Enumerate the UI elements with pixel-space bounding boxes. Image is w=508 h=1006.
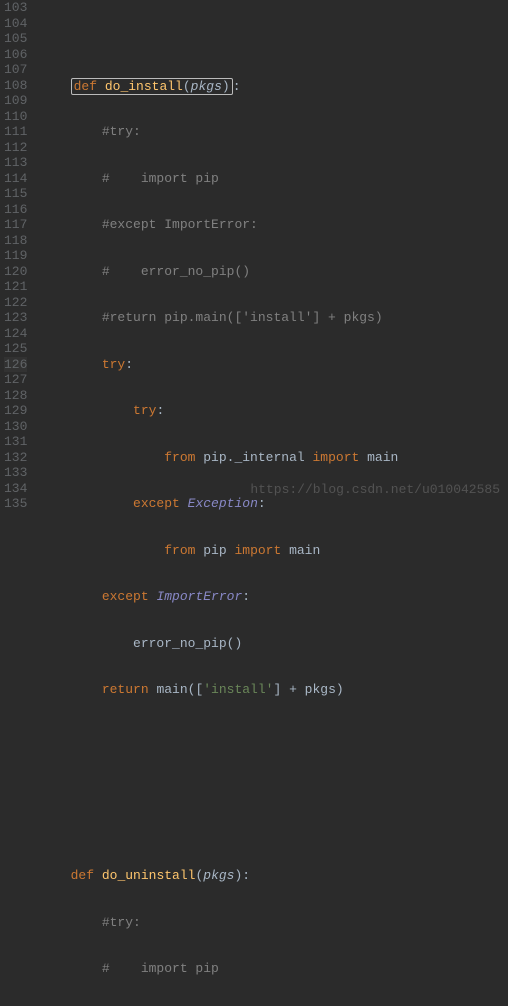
line-number: 125 (4, 341, 27, 357)
code-line: except Exception: (39, 496, 508, 512)
line-number: 104 (4, 16, 27, 32)
line-number: 127 (4, 372, 27, 388)
code-line (39, 775, 508, 791)
line-number: 128 (4, 388, 27, 404)
line-number: 111 (4, 124, 27, 140)
line-number: 113 (4, 155, 27, 171)
code-line: def do_uninstall(pkgs): (39, 868, 508, 884)
line-number: 105 (4, 31, 27, 47)
line-number: 115 (4, 186, 27, 202)
line-number: 120 (4, 264, 27, 280)
line-number: 106 (4, 47, 27, 63)
code-line: def do_install(pkgs): (39, 78, 508, 94)
line-number: 109 (4, 93, 27, 109)
code-line: # error_no_pip() (39, 264, 508, 280)
code-line: #except ImportError: (39, 217, 508, 233)
line-number: 119 (4, 248, 27, 264)
line-number-gutter: 1031041051061071081091101111121131141151… (0, 0, 39, 1006)
line-number: 103 (4, 0, 27, 16)
line-number: 116 (4, 202, 27, 218)
code-line: try: (39, 357, 508, 373)
line-number: 107 (4, 62, 27, 78)
line-number: 135 (4, 496, 27, 512)
code-line (39, 31, 508, 47)
code-line: #return pip.main(['install'] + pkgs) (39, 310, 508, 326)
code-line: # import pip (39, 961, 508, 977)
line-number: 121 (4, 279, 27, 295)
code-line: except ImportError: (39, 589, 508, 605)
code-line: error_no_pip() (39, 636, 508, 652)
code-line: #try: (39, 915, 508, 931)
line-number: 122 (4, 295, 27, 311)
code-editor[interactable]: 1031041051061071081091101111121131141151… (0, 0, 508, 1006)
code-area[interactable]: def do_install(pkgs): #try: # import pip… (39, 0, 508, 1006)
line-number: 134 (4, 481, 27, 497)
line-number: 124 (4, 326, 27, 342)
code-line: #try: (39, 124, 508, 140)
line-number: 110 (4, 109, 27, 125)
line-number: 132 (4, 450, 27, 466)
code-line: from pip import main (39, 543, 508, 559)
line-number: 130 (4, 419, 27, 435)
code-line: try: (39, 403, 508, 419)
code-line: # import pip (39, 171, 508, 187)
code-line (39, 729, 508, 745)
line-number: 118 (4, 233, 27, 249)
code-line: from pip._internal import main (39, 450, 508, 466)
line-number: 126 (4, 357, 27, 373)
line-number: 112 (4, 140, 27, 156)
line-number: 129 (4, 403, 27, 419)
line-number: 133 (4, 465, 27, 481)
code-line (39, 822, 508, 838)
line-number: 117 (4, 217, 27, 233)
line-number: 114 (4, 171, 27, 187)
line-number: 131 (4, 434, 27, 450)
code-line: return main(['install'] + pkgs) (39, 682, 508, 698)
line-number: 108 (4, 78, 27, 94)
line-number: 123 (4, 310, 27, 326)
